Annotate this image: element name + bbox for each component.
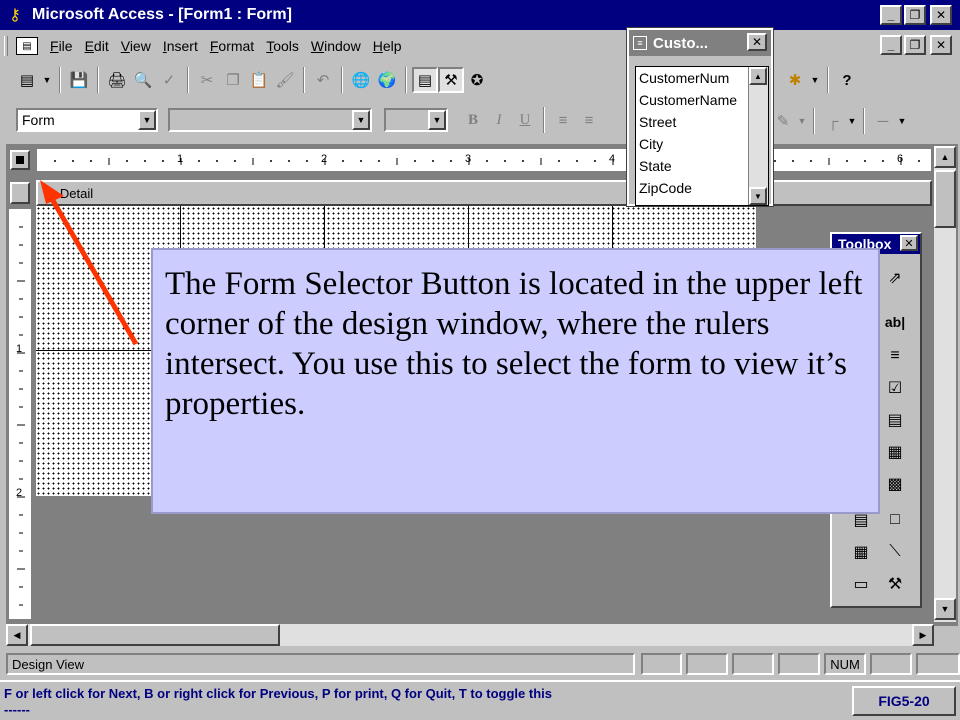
arrow-head [40,180,64,204]
arrow-shaft [45,190,139,346]
explanation-callout: The Form Selector Button is located in t… [151,248,880,514]
